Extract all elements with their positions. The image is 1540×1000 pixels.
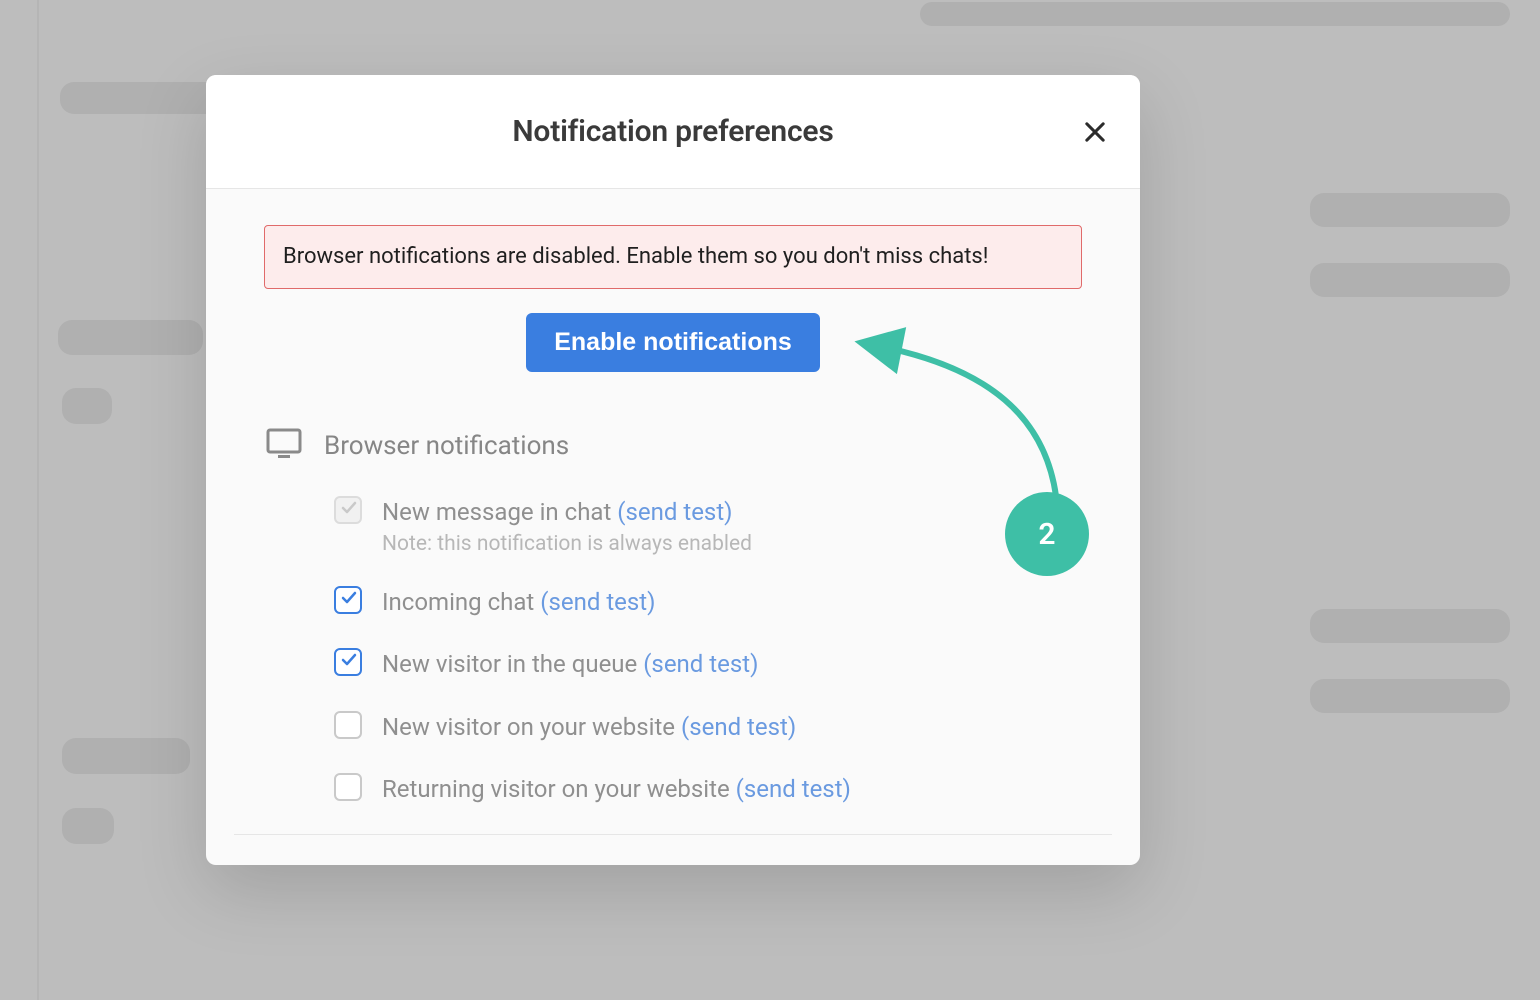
- bg-placeholder: [58, 320, 203, 355]
- close-button[interactable]: [1076, 113, 1114, 151]
- option-label: New visitor on your website: [382, 713, 675, 741]
- modal-header: Notification preferences: [206, 75, 1140, 189]
- enable-button-wrap: Enable notifications: [234, 313, 1112, 372]
- modal-body: Browser notifications are disabled. Enab…: [206, 189, 1140, 835]
- option-label: Returning visitor on your website: [382, 775, 730, 803]
- option-label-row: New visitor in the queue (send test): [382, 648, 758, 680]
- option-note: Note: this notification is always enable…: [382, 532, 752, 556]
- send-test-link[interactable]: (send test): [643, 650, 758, 678]
- checkbox-new-visitor-website[interactable]: [334, 711, 362, 739]
- option-new-visitor-website: New visitor on your website (send test): [334, 711, 1080, 743]
- enable-notifications-button[interactable]: Enable notifications: [526, 313, 820, 372]
- checkbox-incoming-chat[interactable]: [334, 586, 362, 614]
- bg-placeholder: [920, 2, 1510, 26]
- bg-placeholder: [1310, 193, 1510, 227]
- option-list: New message in chat (send test) Note: th…: [266, 496, 1080, 806]
- desktop-monitor-icon: [266, 428, 302, 464]
- bg-divider: [37, 0, 39, 1000]
- checkbox-new-message-in-chat: [334, 496, 362, 524]
- option-body: New message in chat (send test) Note: th…: [382, 496, 752, 556]
- bg-placeholder: [1310, 679, 1510, 713]
- checkbox-returning-visitor-website[interactable]: [334, 773, 362, 801]
- notification-preferences-modal: Notification preferences Browser notific…: [206, 75, 1140, 865]
- modal-title: Notification preferences: [512, 114, 833, 149]
- browser-notifications-section: Browser notifications New message in cha…: [234, 428, 1112, 835]
- option-label: New message in chat: [382, 498, 611, 526]
- option-label-row: Incoming chat (send test): [382, 586, 656, 618]
- option-returning-visitor-website: Returning visitor on your website (send …: [334, 773, 1080, 805]
- checkbox-new-visitor-queue[interactable]: [334, 648, 362, 676]
- option-incoming-chat: Incoming chat (send test): [334, 586, 1080, 618]
- notifications-disabled-alert: Browser notifications are disabled. Enab…: [264, 225, 1082, 289]
- send-test-link[interactable]: (send test): [736, 775, 851, 803]
- section-header: Browser notifications: [266, 428, 1080, 464]
- bg-placeholder: [1310, 263, 1510, 297]
- send-test-link[interactable]: (send test): [617, 498, 732, 526]
- bg-placeholder: [1310, 609, 1510, 643]
- bg-placeholder: [62, 808, 114, 844]
- option-label: Incoming chat: [382, 588, 534, 616]
- option-new-visitor-queue: New visitor in the queue (send test): [334, 648, 1080, 680]
- option-label-row: Returning visitor on your website (send …: [382, 773, 851, 805]
- option-new-message-in-chat: New message in chat (send test) Note: th…: [334, 496, 1080, 556]
- option-label-row: New visitor on your website (send test): [382, 711, 796, 743]
- option-label-row: New message in chat (send test): [382, 496, 752, 528]
- option-label: New visitor in the queue: [382, 650, 637, 678]
- send-test-link[interactable]: (send test): [681, 713, 796, 741]
- close-icon: [1081, 118, 1109, 146]
- section-title: Browser notifications: [324, 431, 569, 461]
- bg-placeholder: [62, 738, 190, 774]
- bg-placeholder: [62, 388, 112, 424]
- send-test-link[interactable]: (send test): [540, 588, 655, 616]
